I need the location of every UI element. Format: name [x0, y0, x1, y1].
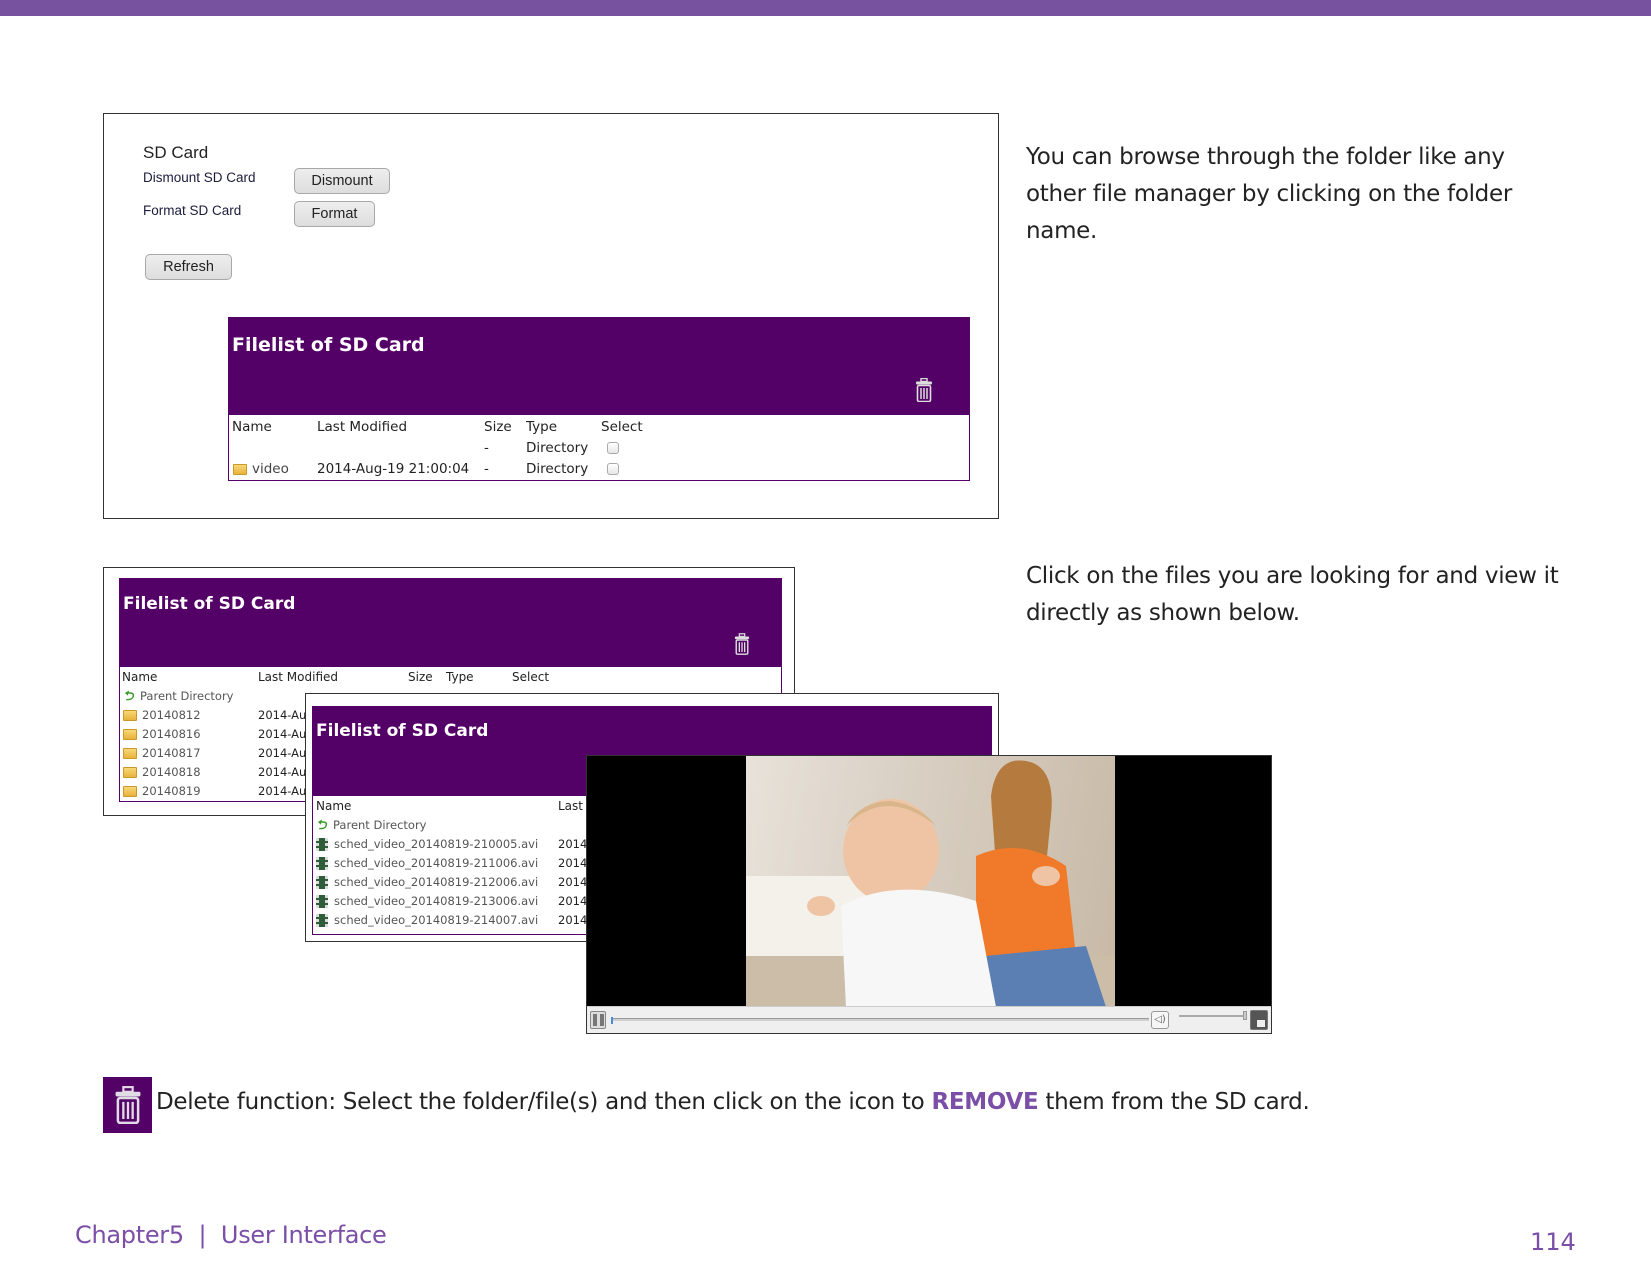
row-modified: 2014: [558, 837, 588, 851]
folder-icon: [123, 748, 137, 759]
chapter-footer: Chapter5 | User Interface: [75, 1221, 387, 1249]
row-modified: 2014-Au: [258, 708, 307, 722]
delete-prefix-text: Delete function: Select the folder/file(…: [156, 1089, 932, 1115]
text-line: other file manager by clicking on the fo…: [1026, 181, 1512, 207]
delete-suffix-text: them from the SD card.: [1038, 1089, 1310, 1115]
format-button[interactable]: Format: [294, 201, 375, 227]
video-file-link[interactable]: sched_video_20140819-210005.avi: [334, 837, 538, 851]
trash-icon: [115, 1086, 140, 1124]
trash-icon[interactable]: [915, 378, 933, 402]
refresh-button[interactable]: Refresh: [145, 254, 232, 280]
video-file-link[interactable]: sched_video_20140819-213006.avi: [334, 894, 538, 908]
video-file-icon: [316, 914, 328, 927]
trash-icon[interactable]: [734, 633, 750, 655]
volume-slider[interactable]: [1179, 1011, 1247, 1020]
filelist-title: Filelist of SD Card: [316, 721, 489, 741]
text-line: directly as shown below.: [1026, 600, 1300, 626]
folder-icon: [123, 767, 137, 778]
filelist-title: Filelist of SD Card: [232, 334, 425, 356]
delete-icon-box: [103, 1077, 152, 1133]
video-file-icon: [316, 895, 328, 908]
col-name: Name: [316, 799, 352, 813]
browse-description: You can browse through the folder like a…: [1026, 139, 1512, 250]
col-size: Size: [484, 419, 512, 435]
mother-and-baby-photo: [746, 760, 1115, 1007]
filelist-header: Filelist of SD Card: [120, 579, 781, 667]
parent-directory-icon: ⮌: [123, 688, 134, 704]
col-last-modified: Last Modified: [258, 670, 339, 684]
row-modified: 2014: [558, 894, 588, 908]
filelist-title: Filelist of SD Card: [123, 594, 296, 614]
video-frame-image: [746, 756, 1115, 1007]
fullscreen-icon[interactable]: [1250, 1010, 1268, 1030]
sd-card-title: SD Card: [143, 143, 209, 162]
row-modified: 2014-Au: [258, 765, 307, 779]
sd-card-settings-screenshot: SD Card Dismount SD Card Dismount Format…: [103, 113, 999, 519]
text-line: You can browse through the folder like a…: [1026, 144, 1505, 170]
col-select: Select: [601, 419, 643, 435]
folder-link[interactable]: video: [233, 461, 289, 477]
col-name: Name: [232, 419, 272, 435]
col-last-modified: Last Modified: [317, 419, 408, 435]
row-modified: 2014: [558, 913, 588, 927]
folder-link[interactable]: 20140819: [142, 784, 201, 798]
folder-icon: [123, 786, 137, 797]
filelist-header: Filelist of SD Card: [229, 318, 969, 415]
text-line: name.: [1026, 218, 1098, 244]
row-modified: 2014-Aug-19 21:00:04: [317, 461, 470, 477]
row-type: Directory: [526, 440, 589, 456]
folder-icon: [123, 729, 137, 740]
folder-link[interactable]: 20140818: [142, 765, 201, 779]
col-size: Size: [408, 670, 433, 684]
video-file-icon: [316, 857, 328, 870]
pause-icon[interactable]: [590, 1011, 606, 1029]
remove-keyword: REMOVE: [931, 1089, 1039, 1115]
row-size: -: [484, 461, 489, 477]
seek-bar[interactable]: [611, 1017, 1149, 1024]
folder-link[interactable]: 20140817: [142, 746, 201, 760]
folder-icon: [233, 463, 247, 475]
video-player[interactable]: ◁): [586, 755, 1272, 1034]
video-file-icon: [316, 838, 328, 851]
video-file-link[interactable]: sched_video_20140819-214007.avi: [334, 913, 538, 927]
select-checkbox[interactable]: [607, 442, 619, 454]
top-accent-bar: [0, 0, 1651, 16]
row-modified: 2014-Au: [258, 784, 307, 798]
video-file-link[interactable]: sched_video_20140819-212006.avi: [334, 875, 538, 889]
video-file-icon: [316, 876, 328, 889]
video-file-link[interactable]: sched_video_20140819-211006.avi: [334, 856, 538, 870]
row-size: -: [484, 440, 489, 456]
folder-link[interactable]: 20140816: [142, 727, 201, 741]
folder-link[interactable]: 20140812: [142, 708, 201, 722]
row-modified: 2014: [558, 856, 588, 870]
dismount-button[interactable]: Dismount: [294, 168, 390, 194]
parent-directory-link[interactable]: Parent Directory: [333, 818, 426, 832]
row-modified: 2014: [558, 875, 588, 889]
col-last-modified: Last: [558, 799, 583, 813]
row-modified: 2014-Au: [258, 746, 307, 760]
format-label: Format SD Card: [143, 203, 242, 218]
col-name: Name: [122, 670, 158, 684]
select-checkbox[interactable]: [607, 463, 619, 475]
filelist-panel: Filelist of SD Card Name Last Modified S…: [228, 317, 970, 481]
folder-icon: [123, 710, 137, 721]
view-files-description: Click on the files you are looking for a…: [1026, 558, 1559, 632]
col-select: Select: [512, 670, 550, 684]
delete-instruction: Delete function: Select the folder/file(…: [156, 1089, 1310, 1115]
page-number: 114: [1530, 1228, 1576, 1256]
text-line: Click on the files you are looking for a…: [1026, 563, 1559, 589]
volume-icon[interactable]: ◁): [1151, 1011, 1169, 1029]
row-modified: 2014-Au: [258, 727, 307, 741]
dismount-label: Dismount SD Card: [143, 170, 256, 185]
parent-directory-link[interactable]: Parent Directory: [140, 689, 233, 703]
row-type: Directory: [526, 461, 589, 477]
parent-directory-icon: ⮌: [316, 817, 327, 833]
video-controls: ◁): [587, 1006, 1271, 1033]
col-type: Type: [446, 670, 474, 684]
col-type: Type: [526, 419, 558, 435]
